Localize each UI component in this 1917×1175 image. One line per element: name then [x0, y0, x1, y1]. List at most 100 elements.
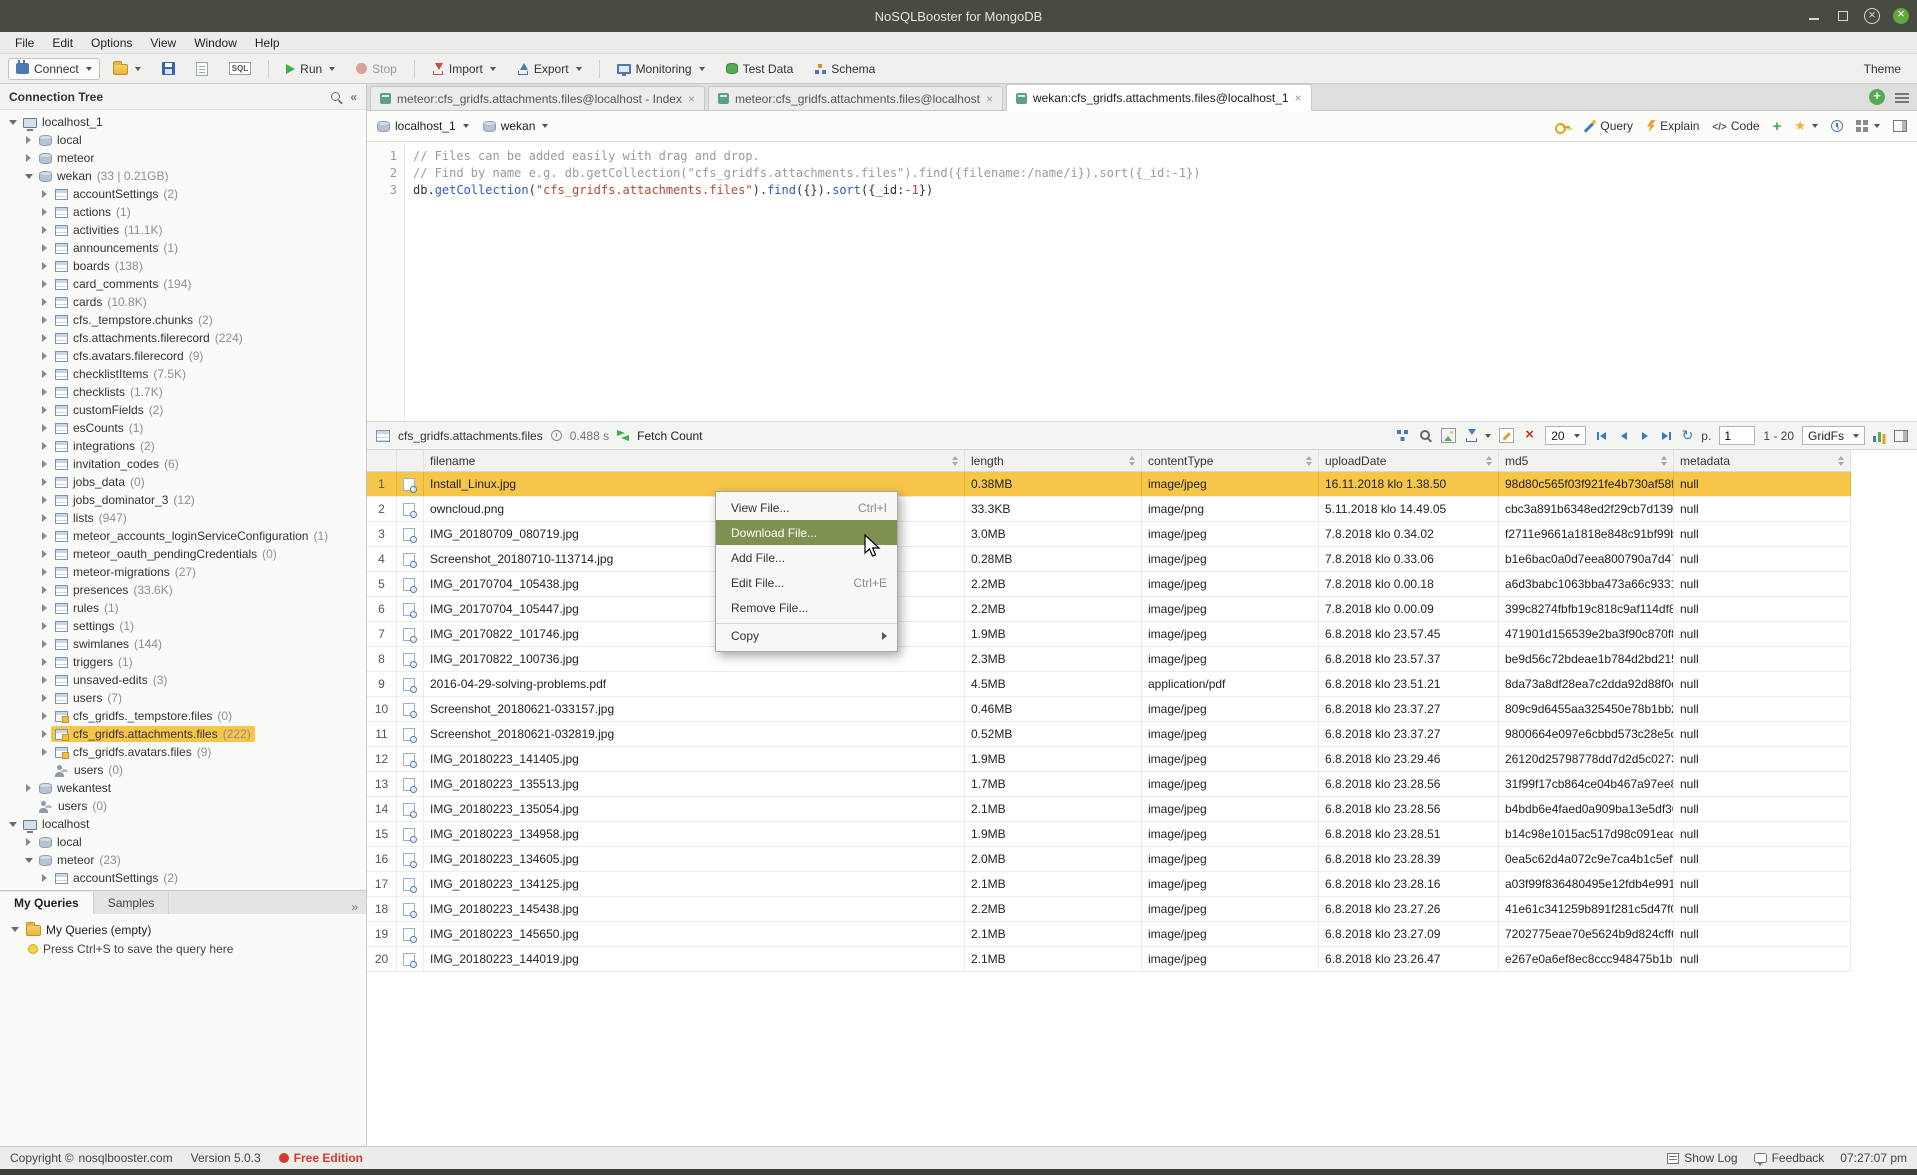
table-row[interactable]: 20 IMG_20180223_144019.jpg 2.1MB image/j… [367, 947, 1851, 972]
menu-item[interactable]: File [6, 34, 43, 52]
tree-item[interactable]: esCounts (1) [0, 419, 366, 437]
table-row[interactable]: 5 IMG_20170704_105438.jpg 2.2MB image/jp… [367, 572, 1851, 597]
tree-item[interactable]: meteor [0, 149, 366, 167]
menu-item[interactable]: Edit [43, 34, 82, 52]
expand-arrow-icon[interactable] [38, 748, 51, 756]
schema-button[interactable]: Schema [806, 58, 883, 80]
table-row[interactable]: 9 2016-04-29-solving-problems.pdf 4.5MB … [367, 672, 1851, 697]
last-page-button[interactable] [1660, 429, 1674, 443]
expand-arrow-icon[interactable] [6, 822, 19, 827]
stop-button[interactable]: Stop [348, 58, 405, 80]
expand-arrow-icon[interactable] [22, 838, 35, 846]
view-mode-select[interactable]: GridFs [1802, 426, 1865, 445]
tree-item[interactable]: announcements (1) [0, 239, 366, 257]
breadcrumb[interactable]: wekan [483, 119, 549, 133]
tree-item[interactable]: users (0) [0, 797, 366, 815]
preview-icon[interactable] [403, 503, 415, 516]
tree-item[interactable]: presences (33.6K) [0, 581, 366, 599]
tree-item[interactable]: swimlanes (144) [0, 635, 366, 653]
expand-arrow-icon[interactable] [38, 460, 51, 468]
expand-arrow-icon[interactable] [38, 406, 51, 414]
tree-item[interactable]: wekantest [0, 779, 366, 797]
table-row[interactable]: 3 IMG_20180709_080719.jpg 3.0MB image/jp… [367, 522, 1851, 547]
site-link[interactable]: nosqlbooster.com [79, 1151, 173, 1165]
expand-arrow-icon[interactable] [38, 316, 51, 324]
table-row[interactable]: 17 IMG_20180223_134125.jpg 2.1MB image/j… [367, 872, 1851, 897]
expand-arrow-icon[interactable] [38, 730, 51, 738]
table-row[interactable]: 16 IMG_20180223_134605.jpg 2.0MB image/j… [367, 847, 1851, 872]
preview-icon[interactable] [403, 478, 415, 491]
expand-arrow-icon[interactable] [38, 568, 51, 576]
tree-item[interactable]: invitation_codes (6) [0, 455, 366, 473]
history-icon[interactable] [1831, 120, 1843, 132]
expand-arrow-icon[interactable] [38, 370, 51, 378]
code-editor[interactable]: 123 // Files can be added easily with dr… [367, 142, 1917, 422]
expand-arrow-icon[interactable] [38, 442, 51, 450]
tree-item[interactable]: cfs.avatars.filerecord (9) [0, 347, 366, 365]
table-row[interactable]: 13 IMG_20180223_135513.jpg 1.7MB image/j… [367, 772, 1851, 797]
preview-icon[interactable] [403, 628, 415, 641]
expand-arrow-icon[interactable] [38, 604, 51, 612]
code-button[interactable]: Code [1712, 119, 1759, 133]
next-page-button[interactable] [1638, 429, 1652, 443]
preview-icon[interactable] [403, 728, 415, 741]
expand-arrow-icon[interactable] [38, 280, 51, 288]
expand-arrow-icon[interactable] [38, 532, 51, 540]
save-button[interactable] [154, 58, 183, 79]
preview-icon[interactable] [403, 578, 415, 591]
expand-arrow-icon[interactable] [22, 136, 35, 144]
menu-item[interactable]: Window [185, 34, 246, 52]
export-button[interactable]: Export [509, 58, 590, 80]
tree-item[interactable]: cfs._tempstore.chunks (2) [0, 311, 366, 329]
tree-item[interactable]: lists (947) [0, 509, 366, 527]
sql-query-button[interactable]: SQL [221, 58, 259, 79]
preview-icon[interactable] [403, 653, 415, 666]
expand-arrow-icon[interactable] [38, 208, 51, 216]
tree-item[interactable]: unsaved-edits (3) [0, 671, 366, 689]
add-favorite-icon[interactable] [1773, 118, 1782, 135]
collapse-sidebar-icon[interactable]: « [350, 90, 357, 104]
expand-arrow-icon[interactable] [38, 352, 51, 360]
column-header-length[interactable]: length [965, 450, 1142, 471]
table-row[interactable]: 8 IMG_20170822_100736.jpg 2.3MB image/jp… [367, 647, 1851, 672]
editor-tab[interactable]: meteor:cfs_gridfs.attachments.files@loca… [708, 86, 1003, 110]
view-options-button[interactable] [1856, 120, 1880, 132]
show-log-button[interactable]: Show Log [1667, 1151, 1737, 1165]
column-header-uploadDate[interactable]: uploadDate [1319, 450, 1499, 471]
tree-item[interactable]: cards (10.8K) [0, 293, 366, 311]
explain-button[interactable]: Explain [1646, 119, 1699, 133]
table-row[interactable]: 2 owncloud.png 33.3KB image/png 5.11.201… [367, 497, 1851, 522]
tree-item[interactable]: meteor_accounts_loginServiceConfiguratio… [0, 527, 366, 545]
expand-arrow-icon[interactable] [38, 388, 51, 396]
table-row[interactable]: 4 Screenshot_20180710-113714.jpg 0.28MB … [367, 547, 1851, 572]
tree-item[interactable]: meteor-migrations (27) [0, 563, 366, 581]
expand-arrow-icon[interactable] [38, 298, 51, 306]
tree-item[interactable]: accountSettings (2) [0, 185, 366, 203]
run-button[interactable]: Run [278, 58, 343, 80]
session-close-button[interactable] [1893, 8, 1909, 24]
theme-button[interactable]: Theme [1856, 58, 1909, 80]
tree-item[interactable]: cfs.attachments.filerecord (224) [0, 329, 366, 347]
editor-tab[interactable]: wekan:cfs_gridfs.attachments.files@local… [1006, 84, 1312, 111]
context-menu-item[interactable]: Remove File... [716, 595, 897, 620]
preview-icon[interactable] [403, 853, 415, 866]
column-header-md5[interactable]: md5 [1499, 450, 1674, 471]
table-row[interactable]: 12 IMG_20180223_141405.jpg 1.9MB image/j… [367, 747, 1851, 772]
expand-arrow-icon[interactable] [38, 496, 51, 504]
tree-item[interactable]: localhost_1 [0, 113, 366, 131]
expand-arrow-icon[interactable] [38, 424, 51, 432]
table-row[interactable]: 6 IMG_20170704_105447.jpg 2.2MB image/jp… [367, 597, 1851, 622]
table-row[interactable]: 11 Screenshot_20180621-032819.jpg 0.52MB… [367, 722, 1851, 747]
window-close-button[interactable] [1864, 8, 1880, 24]
preview-icon[interactable] [403, 753, 415, 766]
tree-item[interactable]: cfs_gridfs.avatars.files (9) [0, 743, 366, 761]
tab-close-icon[interactable] [986, 92, 993, 106]
tree-item[interactable]: meteor_oauth_pendingCredentials (0) [0, 545, 366, 563]
tree-item[interactable]: settings (1) [0, 617, 366, 635]
expand-arrow-icon[interactable] [38, 334, 51, 342]
previous-page-button[interactable] [1616, 429, 1630, 443]
column-header-filename[interactable]: filename [424, 450, 965, 471]
refresh-icon[interactable] [1682, 427, 1694, 444]
image-preview-icon[interactable] [1441, 428, 1456, 443]
page-size-select[interactable]: 20 [1545, 426, 1585, 445]
